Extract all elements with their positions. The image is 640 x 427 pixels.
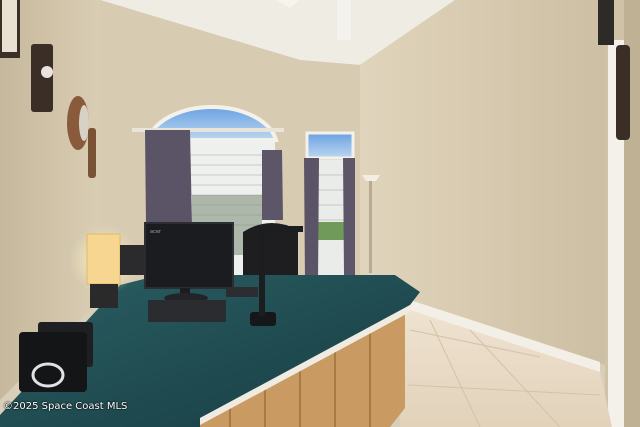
keyboard bbox=[226, 287, 258, 297]
curtain-right bbox=[262, 150, 283, 220]
wall-clock-round-face bbox=[79, 105, 89, 141]
speaker-front bbox=[19, 332, 87, 392]
small-window-transom bbox=[305, 131, 355, 160]
wall-sconce bbox=[598, 0, 614, 45]
floor-lamp-pole bbox=[369, 178, 372, 273]
photo-watermark: ©2025 Space Coast MLS bbox=[3, 401, 128, 412]
printer bbox=[120, 245, 146, 275]
wall-art-right bbox=[616, 45, 630, 140]
wall-ornament bbox=[88, 128, 96, 178]
monitor-brand: acer bbox=[150, 229, 162, 235]
desk-lamp-arm bbox=[259, 232, 265, 316]
clock-face-icon bbox=[41, 66, 53, 78]
curtain-small-left bbox=[304, 158, 319, 282]
small-window-lawn bbox=[318, 222, 344, 240]
wall-picture bbox=[2, 0, 17, 52]
desk-lamp-head bbox=[255, 226, 303, 232]
curtain-left bbox=[145, 130, 192, 225]
office-room-photo: acer bbox=[0, 0, 640, 427]
mini-pc bbox=[148, 300, 226, 322]
wall-clock-square bbox=[31, 44, 53, 112]
ceiling-fan-rod bbox=[337, 0, 351, 40]
table-lamp-shade bbox=[86, 233, 121, 285]
table-lamp-base bbox=[90, 284, 118, 308]
curtain-small-right bbox=[343, 158, 355, 275]
